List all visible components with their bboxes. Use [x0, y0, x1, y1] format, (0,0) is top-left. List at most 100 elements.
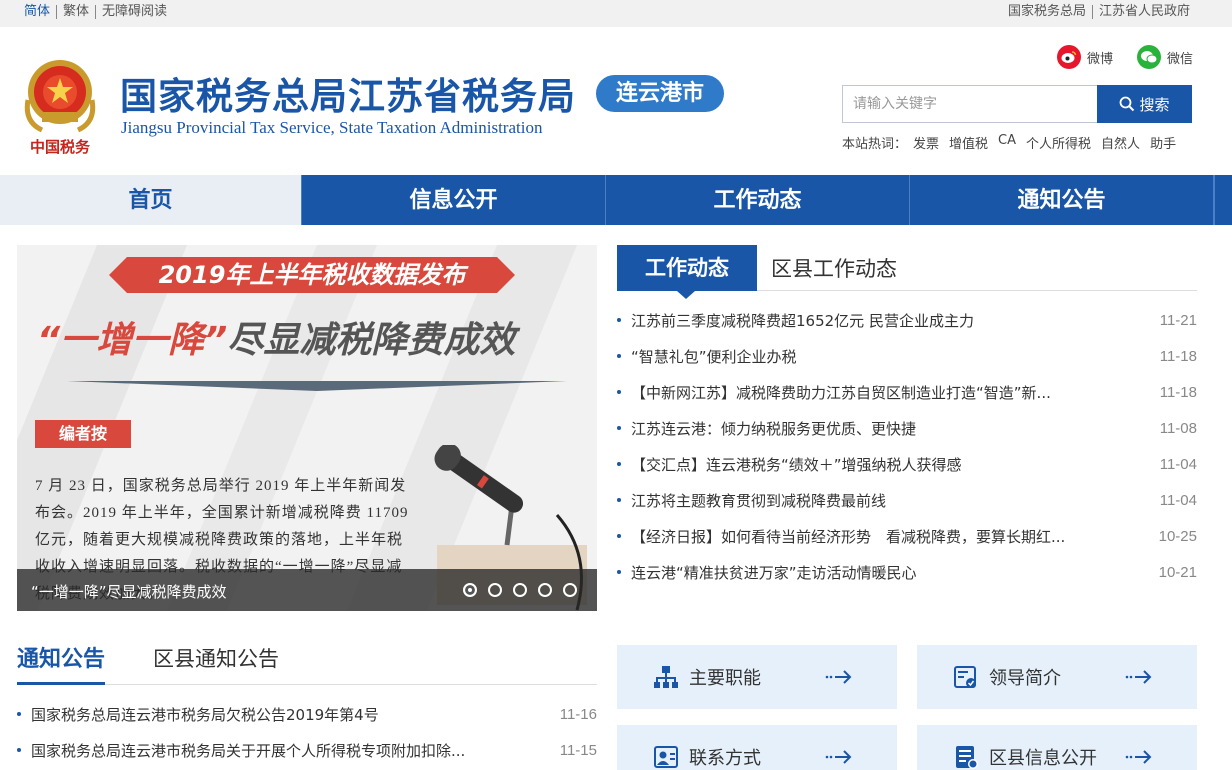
nav-notices[interactable]: 通知公告	[910, 175, 1214, 225]
weixin-icon	[1137, 45, 1161, 69]
notice-title[interactable]: 国家税务总局连云港市税务局关于开展个人所得税专项附加扣除...	[31, 740, 501, 761]
hot-word-link[interactable]: 发票	[913, 133, 939, 152]
notice-tabs: 通知公告 区县通知公告	[17, 637, 597, 685]
simplified-chinese-link[interactable]: 简体	[24, 5, 56, 19]
notice-list: 国家税务总局连云港市税务局欠税公告2019年第4号 11-16 国家税务总局连云港…	[17, 696, 597, 768]
news-title[interactable]: 【交汇点】连云港税务“绩效＋”增强纳税人获得感	[631, 454, 1101, 475]
site-title[interactable]: 国家税务总局江苏省税务局	[120, 66, 576, 120]
list-item[interactable]: 国家税务总局连云港市税务局关于开展个人所得税专项附加扣除... 11-15	[17, 732, 597, 768]
bullet	[617, 498, 621, 502]
carousel-dot[interactable]	[513, 583, 527, 597]
list-item[interactable]: “智慧礼包”便利企业办税 11-18	[617, 338, 1197, 374]
tab-district-work-news[interactable]: 区县工作动态	[771, 253, 897, 283]
hot-word-link[interactable]: CA	[998, 133, 1016, 152]
carousel-dot[interactable]	[563, 583, 577, 597]
banner-carousel[interactable]: 2019年上半年税收数据发布 “一增一降”尽显减税降费成效 编者按 7 月 23…	[17, 245, 597, 611]
jiangsu-gov-link[interactable]: 江苏省人民政府	[1091, 5, 1196, 19]
traditional-chinese-link[interactable]: 繁体	[56, 5, 95, 19]
news-title[interactable]: 江苏前三季度减税降费超1652亿元 民营企业成主力	[631, 310, 1101, 331]
list-item[interactable]: 【中新网江苏】减税降费助力江苏自贸区制造业打造“智造”新... 11-18	[617, 374, 1197, 410]
bullet	[617, 426, 621, 430]
editor-note-tag: 编者按	[35, 420, 131, 448]
news-date: 11-04	[1159, 455, 1197, 473]
banner-slogan: “一增一降”尽显减税降费成效	[37, 311, 515, 363]
bullet	[17, 748, 21, 752]
notice-date: 11-16	[559, 705, 597, 723]
search-input[interactable]: 请输入关键字	[842, 85, 1098, 123]
news-date: 11-08	[1159, 419, 1197, 437]
bullet	[617, 570, 621, 574]
news-title[interactable]: 江苏将主题教育贯彻到减税降费最前线	[631, 490, 1101, 511]
hot-word-link[interactable]: 增值税	[949, 133, 988, 152]
tab-work-news[interactable]: 工作动态	[617, 245, 757, 299]
carousel-dots	[463, 583, 577, 597]
work-news-list: 江苏前三季度减税降费超1652亿元 民营企业成主力 11-21 “智慧礼包”便利企…	[617, 302, 1197, 590]
quick-link-label: 领导简介	[989, 668, 1061, 689]
list-item[interactable]: 国家税务总局连云港市税务局欠税公告2019年第4号 11-16	[17, 696, 597, 732]
news-title[interactable]: 【中新网江苏】减税降费助力江苏自贸区制造业打造“智造”新...	[631, 382, 1101, 403]
hot-word-link[interactable]: 助手	[1150, 133, 1176, 152]
weibo-link[interactable]: 微博	[1057, 45, 1113, 69]
bullet	[617, 390, 621, 394]
hot-words-label: 本站热词：	[842, 137, 908, 152]
external-links: 国家税务总局 江苏省人民政府	[1002, 5, 1196, 19]
banner-caption-bar: “一增一降”尽显减税降费成效	[17, 569, 597, 611]
banner-headline: 2019年上半年税收数据发布	[109, 257, 515, 293]
arrow-right-icon	[825, 750, 852, 764]
main-nav: 首页 信息公开 工作动态 通知公告	[0, 175, 1232, 225]
quick-link-district-info[interactable]: 区县信息公开	[917, 725, 1197, 770]
work-news-tabs: 工作动态 区县工作动态	[617, 245, 1197, 299]
list-item[interactable]: 江苏连云港：倾力纳税服务更优质、更快捷 11-08	[617, 410, 1197, 446]
search-button[interactable]: 搜索	[1097, 85, 1192, 123]
carousel-dot[interactable]	[488, 583, 502, 597]
news-title[interactable]: 连云港“精准扶贫进万家”走访活动情暖民心	[631, 562, 1101, 583]
news-date: 11-04	[1159, 491, 1197, 509]
search-icon	[1120, 96, 1135, 112]
top-utility-bar: 简体 繁体 无障碍阅读 国家税务总局 江苏省人民政府	[0, 0, 1232, 27]
tax-emblem-logo[interactable]: 中国税务	[18, 52, 102, 156]
bullet	[617, 462, 621, 466]
bullet	[617, 534, 621, 538]
quick-link-leaders[interactable]: 领导简介	[917, 645, 1197, 709]
notice-title[interactable]: 国家税务总局连云港市税务局欠税公告2019年第4号	[31, 704, 501, 725]
bullet	[617, 354, 621, 358]
quick-link-label: 主要职能	[689, 668, 761, 689]
hot-word-link[interactable]: 个人所得税	[1026, 133, 1091, 152]
tab-district-notices[interactable]: 区县通知公告	[153, 643, 279, 673]
news-title[interactable]: “智慧礼包”便利企业办税	[631, 346, 1101, 367]
quick-link-main-functions[interactable]: 主要职能	[617, 645, 897, 709]
weibo-label: 微博	[1087, 51, 1114, 67]
accessibility-link[interactable]: 无障碍阅读	[95, 5, 173, 19]
city-badge: 连云港市	[596, 75, 724, 112]
tab-notices[interactable]: 通知公告	[17, 641, 106, 685]
nav-info-disclosure[interactable]: 信息公开	[302, 175, 606, 225]
news-date: 11-18	[1159, 347, 1197, 365]
arrow-right-icon	[825, 670, 852, 684]
list-item[interactable]: 江苏将主题教育贯彻到减税降费最前线 11-04	[617, 482, 1197, 518]
nav-work-news[interactable]: 工作动态	[606, 175, 910, 225]
news-title[interactable]: 【经济日报】如何看待当前经济形势 看减税降费，要算长期红...	[631, 526, 1101, 547]
arrow-right-icon	[1125, 750, 1152, 764]
emblem-text: 中国税务	[30, 138, 91, 156]
banner-caption[interactable]: “一增一降”尽显减税降费成效	[31, 581, 227, 602]
weixin-link[interactable]: 微信	[1137, 45, 1193, 69]
carousel-dot[interactable]	[463, 583, 477, 597]
weixin-label: 微信	[1167, 51, 1194, 67]
nav-filler	[1214, 175, 1232, 225]
carousel-dot[interactable]	[538, 583, 552, 597]
slogan-quote: “一增一降”	[37, 320, 228, 361]
quick-link-label: 联系方式	[689, 748, 761, 769]
sta-link[interactable]: 国家税务总局	[1002, 5, 1092, 19]
quick-link-contact[interactable]: 联系方式	[617, 725, 897, 770]
language-switch: 简体 繁体 无障碍阅读	[24, 5, 173, 19]
quick-link-label: 区县信息公开	[989, 748, 1097, 769]
banner-divider	[67, 381, 567, 391]
hot-word-link[interactable]: 自然人	[1101, 133, 1140, 152]
news-date: 11-18	[1159, 383, 1197, 401]
list-item[interactable]: 连云港“精准扶贫进万家”走访活动情暖民心 10-21	[617, 554, 1197, 590]
news-title[interactable]: 江苏连云港：倾力纳税服务更优质、更快捷	[631, 418, 1101, 439]
list-item[interactable]: 【交汇点】连云港税务“绩效＋”增强纳税人获得感 11-04	[617, 446, 1197, 482]
list-item[interactable]: 江苏前三季度减税降费超1652亿元 民营企业成主力 11-21	[617, 302, 1197, 338]
nav-home[interactable]: 首页	[0, 175, 302, 225]
list-item[interactable]: 【经济日报】如何看待当前经济形势 看减税降费，要算长期红... 10-25	[617, 518, 1197, 554]
